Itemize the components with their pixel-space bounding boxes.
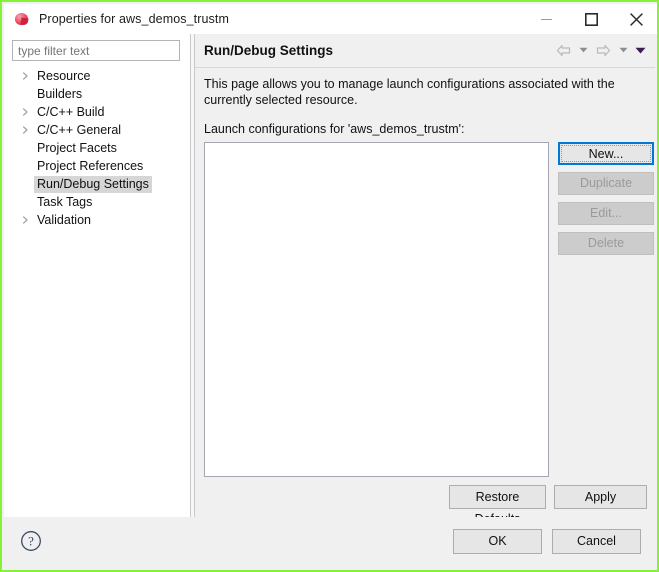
properties-dialog: Properties for aws_demos_trustm Res (0, 0, 659, 572)
chevron-right-icon[interactable] (21, 126, 30, 135)
eclipse-icon (14, 11, 30, 27)
delete-button: Delete (558, 232, 654, 255)
sidebar-item-label: Builders (37, 86, 83, 101)
svg-text:?: ? (28, 534, 34, 549)
sidebar-item-cpp-general[interactable]: C/C++ General (4, 121, 190, 139)
launch-configurations-label: Launch configurations for 'aws_demos_tru… (204, 122, 465, 136)
minimize-button[interactable] (524, 4, 569, 34)
sidebar-item-label: C/C++ Build (37, 104, 105, 119)
sidebar-item-task-tags[interactable]: Task Tags (4, 193, 190, 211)
sidebar-item-resource[interactable]: Resource (4, 67, 190, 85)
page-header: Run/Debug Settings (195, 34, 655, 68)
page-description: This page allows you to manage launch co… (204, 77, 615, 107)
page-title: Run/Debug Settings (204, 43, 333, 58)
forward-arrow-icon[interactable] (593, 41, 613, 59)
restore-defaults-button[interactable]: Restore Defaults (449, 485, 546, 526)
sidebar-item-builders[interactable]: Builders (4, 85, 190, 103)
sidebar-item-project-facets[interactable]: Project Facets (4, 139, 190, 157)
sidebar-item-label: Validation (37, 212, 91, 227)
back-arrow-icon[interactable] (553, 41, 573, 59)
apply-button[interactable]: Apply (554, 485, 647, 509)
sidebar-item-label: Run/Debug Settings (34, 175, 152, 193)
settings-sidebar: Resource Builders C/C++ Build C/C++ Gene… (4, 34, 190, 517)
dialog-footer: ? OK Cancel (4, 517, 655, 568)
forward-dropdown-icon[interactable] (616, 41, 630, 59)
dialog-buttons: OK Cancel (453, 529, 641, 554)
window-title: Properties for aws_demos_trustm (39, 12, 229, 26)
window-controls (524, 4, 657, 34)
chevron-right-icon[interactable] (21, 72, 30, 81)
help-icon[interactable]: ? (20, 530, 42, 552)
back-dropdown-icon[interactable] (576, 41, 590, 59)
maximize-button[interactable] (569, 4, 614, 34)
sidebar-item-label: Resource (37, 68, 91, 83)
filter-input[interactable] (12, 40, 180, 61)
settings-page: Run/Debug Settings This page allows you … (195, 34, 655, 526)
sidebar-item-label: Project References (37, 158, 144, 173)
duplicate-button: Duplicate (558, 172, 654, 195)
edit-button: Edit... (558, 202, 654, 225)
list-action-buttons: New... Duplicate Edit... Delete (558, 142, 654, 262)
chevron-right-icon[interactable] (21, 216, 30, 225)
page-action-buttons: Restore Defaults Apply (449, 485, 647, 526)
view-menu-icon[interactable] (633, 41, 647, 59)
sidebar-item-cpp-build[interactable]: C/C++ Build (4, 103, 190, 121)
cancel-button[interactable]: Cancel (552, 529, 641, 554)
page-navigation-tools (553, 41, 647, 59)
title-bar: Properties for aws_demos_trustm (4, 4, 657, 34)
new-button[interactable]: New... (558, 142, 654, 165)
ok-button[interactable]: OK (453, 529, 542, 554)
sidebar-item-run-debug-settings[interactable]: Run/Debug Settings (4, 175, 190, 193)
sidebar-item-project-references[interactable]: Project References (4, 157, 190, 175)
chevron-right-icon[interactable] (21, 108, 30, 117)
sidebar-item-label: Task Tags (37, 194, 93, 209)
sidebar-item-label: Project Facets (37, 140, 117, 155)
launch-configurations-list[interactable] (204, 142, 549, 477)
settings-tree: Resource Builders C/C++ Build C/C++ Gene… (4, 67, 190, 517)
sidebar-item-label: C/C++ General (37, 122, 122, 137)
sidebar-item-validation[interactable]: Validation (4, 211, 190, 229)
close-button[interactable] (614, 4, 657, 34)
